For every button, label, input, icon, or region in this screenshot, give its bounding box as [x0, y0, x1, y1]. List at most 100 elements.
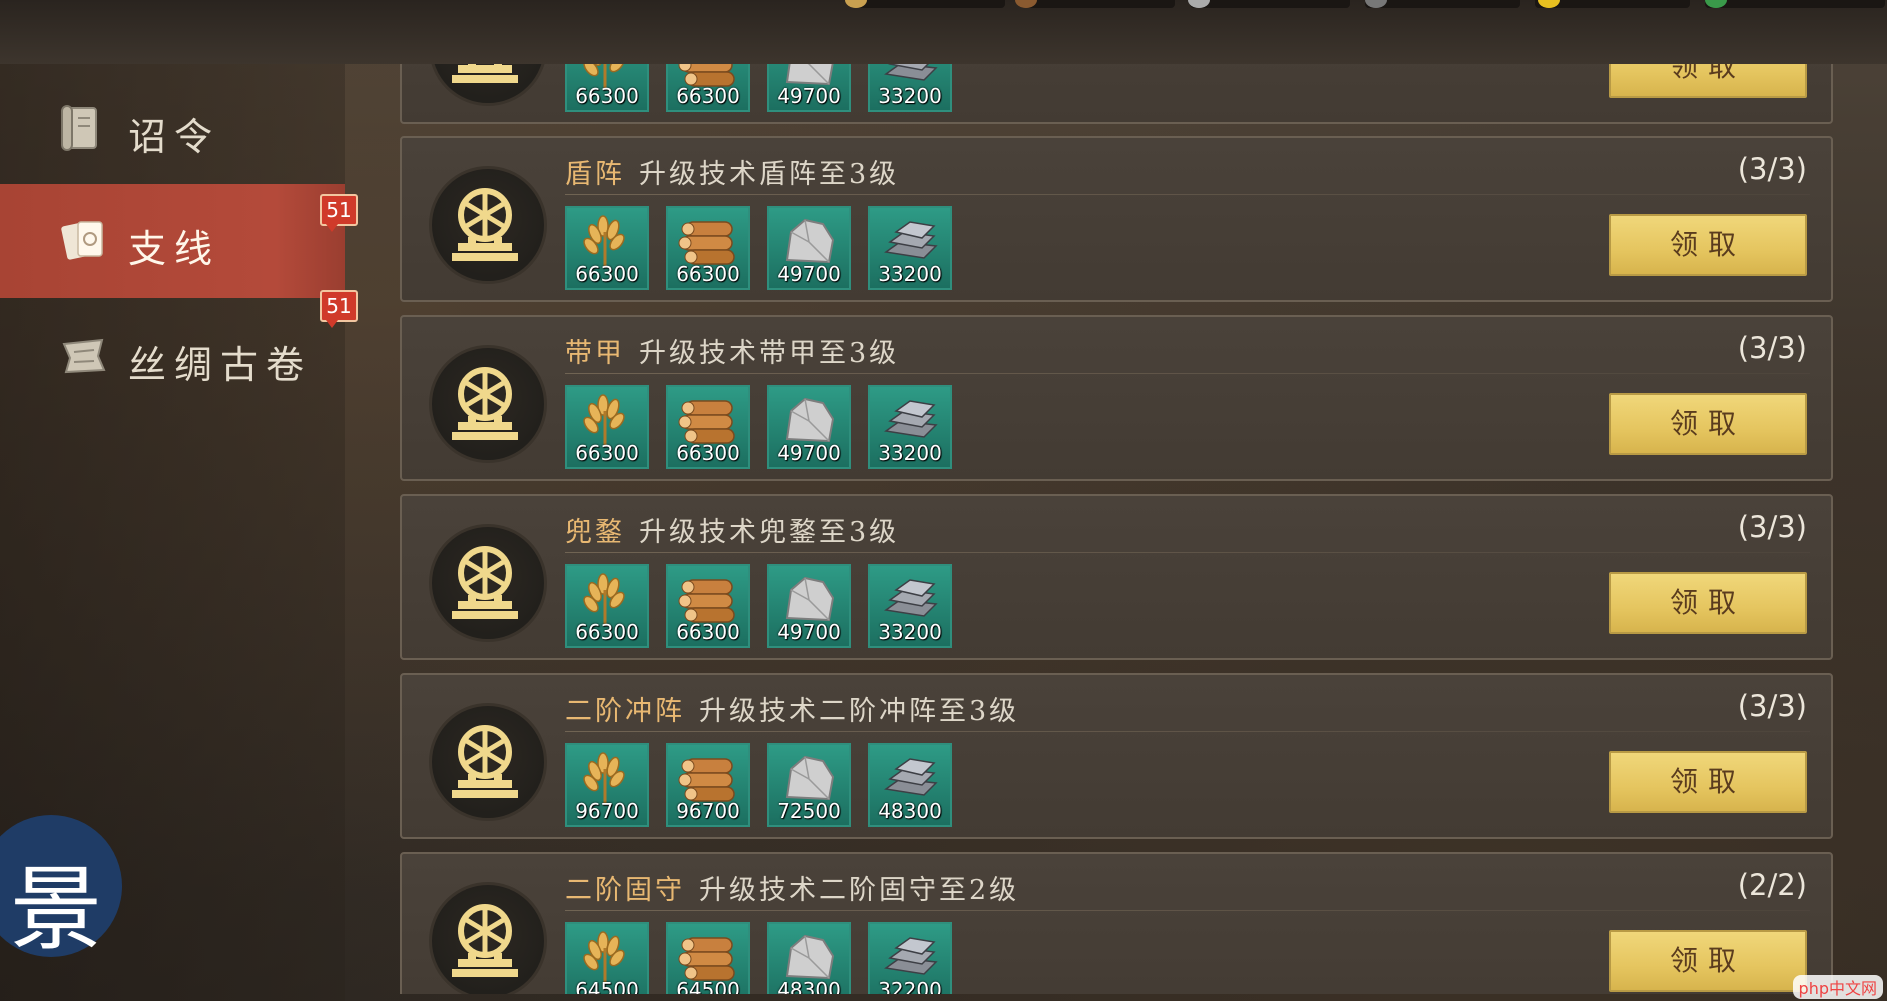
divider [565, 373, 1810, 374]
reward-item[interactable]: 72500 [767, 743, 851, 827]
quest-progress: (3/3) [1737, 689, 1807, 723]
reward-item[interactable]: 48300 [767, 922, 851, 994]
reward-item[interactable]: 49700 [767, 564, 851, 648]
quest-card: 二阶冲阵 升级技术二阶冲阵至3级 (3/3) 96700 96700 72500 48300… [400, 673, 1833, 839]
quest-progress: (3/3) [1737, 331, 1807, 365]
quest-name: 带甲 [565, 338, 625, 369]
reward-amount: 96700 [676, 799, 740, 823]
silk-scroll-icon [62, 338, 106, 374]
claim-button[interactable]: 领取 [1609, 64, 1807, 98]
quest-description: 升级技术二阶固守至2级 [699, 875, 1020, 906]
reward-item[interactable]: 49700 [767, 385, 851, 469]
divider [565, 194, 1810, 195]
reward-amount: 66300 [575, 620, 639, 644]
claim-button[interactable]: 领取 [1609, 214, 1807, 276]
reward-amount: 66300 [676, 441, 740, 465]
claim-button[interactable]: 领取 [1609, 930, 1807, 992]
reward-amount: 96700 [575, 799, 639, 823]
divider [565, 910, 1810, 911]
reward-amount: 33200 [878, 620, 942, 644]
quest-name: 二阶冲阵 [565, 696, 685, 727]
resource-slot[interactable] [1705, 0, 1885, 8]
quest-title: 兜鍪 升级技术兜鍪至3级 [565, 510, 899, 549]
quest-emblem [429, 703, 547, 821]
reward-item[interactable]: 96700 [666, 743, 750, 827]
claim-button[interactable]: 领取 [1609, 572, 1807, 634]
reward-item[interactable]: 32200 [868, 922, 952, 994]
quest-title: 二阶固守 升级技术二阶固守至2级 [565, 868, 1019, 907]
quest-progress: (2/2) [1737, 868, 1807, 902]
quest-card: 66300 66300 49700 33200 领取 [400, 64, 1833, 124]
reward-item[interactable]: 33200 [868, 564, 952, 648]
reward-amount: 33200 [878, 262, 942, 286]
reward-amount: 49700 [777, 262, 841, 286]
reward-amount: 49700 [777, 441, 841, 465]
resource-bar [0, 0, 1887, 64]
sidebar-item-label: 支线 [128, 227, 221, 271]
quest-title: 带甲 升级技术带甲至3级 [565, 331, 899, 370]
reward-item[interactable]: 33200 [868, 64, 952, 112]
reward-amount: 48300 [878, 799, 942, 823]
reward-amount: 49700 [777, 620, 841, 644]
reward-amount: 66300 [676, 620, 740, 644]
cards-icon [61, 221, 103, 260]
scroll-icon [61, 105, 97, 151]
reward-amount: 66300 [575, 262, 639, 286]
quest-emblem [429, 166, 547, 284]
reward-item[interactable]: 48300 [868, 743, 952, 827]
reward-item[interactable]: 49700 [767, 64, 851, 112]
notification-badge: 51 [320, 290, 358, 328]
sidebar-item-silk-scrolls[interactable]: 丝绸古卷 51 [0, 290, 358, 414]
reward-item[interactable]: 33200 [868, 385, 952, 469]
quest-card: 二阶固守 升级技术二阶固守至2级 (2/2) 64500 64500 48300 32200… [400, 852, 1833, 994]
quest-name: 兜鍪 [565, 517, 625, 548]
sidebar-item-side-quests[interactable]: 支线 51 [0, 184, 358, 298]
reward-amount: 64500 [676, 978, 740, 994]
quest-progress: (3/3) [1737, 510, 1807, 544]
quest-title: 二阶冲阵 升级技术二阶冲阵至3级 [565, 689, 1019, 728]
reward-item[interactable]: 64500 [666, 922, 750, 994]
quest-emblem [429, 64, 547, 106]
reward-item[interactable]: 66300 [565, 206, 649, 290]
quest-list[interactable]: 66300 66300 49700 33200 领取 盾阵 升级技术盾阵至3级 (3… [400, 64, 1835, 994]
resource-slot[interactable] [850, 0, 1005, 8]
reward-amount: 32200 [878, 978, 942, 994]
sidebar-item-label: 丝绸古卷 [128, 343, 313, 387]
claim-button[interactable]: 领取 [1609, 393, 1807, 455]
reward-item[interactable]: 66300 [666, 64, 750, 112]
divider [565, 731, 1810, 732]
quest-emblem [429, 882, 547, 994]
reward-item[interactable]: 66300 [565, 385, 649, 469]
reward-item[interactable]: 66300 [666, 206, 750, 290]
quest-emblem [429, 524, 547, 642]
reward-item[interactable]: 49700 [767, 206, 851, 290]
quest-description: 升级技术二阶冲阵至3级 [699, 696, 1020, 727]
reward-amount: 33200 [878, 84, 942, 108]
sidebar-item-label: 诏令 [128, 115, 221, 159]
reward-amount: 48300 [777, 978, 841, 994]
claim-button[interactable]: 领取 [1609, 751, 1807, 813]
resource-slot[interactable] [1020, 0, 1175, 8]
reward-item[interactable]: 66300 [565, 64, 649, 112]
resource-slot[interactable] [1190, 0, 1350, 8]
resource-slot[interactable] [1365, 0, 1520, 8]
quest-emblem [429, 345, 547, 463]
reward-amount: 66300 [575, 84, 639, 108]
sidebar-item-edicts[interactable]: 诏令 [0, 72, 345, 186]
reward-item[interactable]: 66300 [666, 385, 750, 469]
reward-item[interactable]: 64500 [565, 922, 649, 994]
reward-amount: 72500 [777, 799, 841, 823]
reward-item[interactable]: 66300 [666, 564, 750, 648]
reward-amount: 33200 [878, 441, 942, 465]
quest-card: 兜鍪 升级技术兜鍪至3级 (3/3) 66300 66300 49700 33200 领取 [400, 494, 1833, 660]
quest-description: 升级技术盾阵至3级 [639, 159, 900, 190]
reward-item[interactable]: 66300 [565, 564, 649, 648]
quest-progress: (3/3) [1737, 152, 1807, 186]
reward-item[interactable]: 96700 [565, 743, 649, 827]
quest-name: 二阶固守 [565, 875, 685, 906]
reward-item[interactable]: 33200 [868, 206, 952, 290]
quest-name: 盾阵 [565, 159, 625, 190]
quest-card: 盾阵 升级技术盾阵至3级 (3/3) 66300 66300 49700 33200 领取 [400, 136, 1833, 302]
quest-description: 升级技术带甲至3级 [639, 338, 900, 369]
logo-glyph: 景 [10, 856, 103, 963]
